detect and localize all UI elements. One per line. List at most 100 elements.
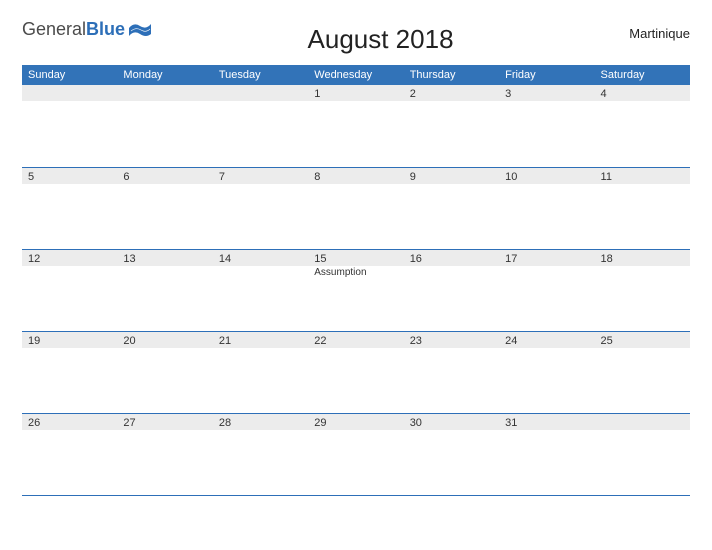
day-number: 7 [213,168,308,184]
day-cell: 28 [213,413,308,495]
day-header-row: Sunday Monday Tuesday Wednesday Thursday… [22,65,690,85]
day-cell: 10 [499,167,594,249]
day-number: 30 [404,414,499,430]
day-number [213,85,308,101]
day-event [117,430,212,432]
day-event [595,430,690,432]
day-number: 31 [499,414,594,430]
day-cell: 20 [117,331,212,413]
day-cell: 9 [404,167,499,249]
logo-word-blue: Blue [86,19,125,39]
logo-text: GeneralBlue [22,20,125,38]
day-cell: 18 [595,249,690,331]
day-event [595,101,690,103]
day-event [499,101,594,103]
day-cell: 19 [22,331,117,413]
day-number: 4 [595,85,690,101]
day-number: 17 [499,250,594,266]
day-number [117,85,212,101]
calendar-body: 1 2 3 4 5 6 7 8 9 10 11 12 13 14 15Assum… [22,85,690,495]
day-event [404,184,499,186]
day-event: Assumption [308,266,403,279]
day-event [213,184,308,186]
day-cell [22,85,117,167]
day-cell: 3 [499,85,594,167]
day-event [404,101,499,103]
day-header: Thursday [404,65,499,85]
day-cell: 12 [22,249,117,331]
day-cell: 23 [404,331,499,413]
day-number: 24 [499,332,594,348]
week-row: 12 13 14 15Assumption 16 17 18 [22,249,690,331]
day-event [22,266,117,268]
day-cell: 7 [213,167,308,249]
logo: GeneralBlue [22,20,151,43]
day-cell: 26 [22,413,117,495]
day-number: 12 [22,250,117,266]
day-event [499,266,594,268]
day-cell: 21 [213,331,308,413]
day-number: 14 [213,250,308,266]
day-header: Saturday [595,65,690,85]
day-event [404,348,499,350]
day-cell: 27 [117,413,212,495]
wave-icon [129,22,151,43]
day-event [117,184,212,186]
day-event [117,348,212,350]
day-cell: 16 [404,249,499,331]
day-cell: 6 [117,167,212,249]
day-cell: 11 [595,167,690,249]
day-event [595,348,690,350]
day-header: Sunday [22,65,117,85]
day-header: Wednesday [308,65,403,85]
day-event [22,348,117,350]
header: GeneralBlue August 2018 Martinique [22,20,690,55]
day-number: 29 [308,414,403,430]
day-number [595,414,690,430]
day-event [595,184,690,186]
day-event [499,348,594,350]
day-number: 5 [22,168,117,184]
day-event [213,266,308,268]
day-cell [117,85,212,167]
day-header: Tuesday [213,65,308,85]
day-cell: 14 [213,249,308,331]
day-cell [595,413,690,495]
day-number: 1 [308,85,403,101]
day-cell: 1 [308,85,403,167]
day-event [22,184,117,186]
day-number: 16 [404,250,499,266]
day-cell: 30 [404,413,499,495]
day-number: 21 [213,332,308,348]
day-cell: 15Assumption [308,249,403,331]
day-number: 2 [404,85,499,101]
day-number: 25 [595,332,690,348]
day-cell: 13 [117,249,212,331]
day-number: 8 [308,168,403,184]
day-event [499,184,594,186]
day-number: 10 [499,168,594,184]
day-event [22,430,117,432]
day-cell: 8 [308,167,403,249]
day-cell [213,85,308,167]
day-number: 23 [404,332,499,348]
page-title: August 2018 [151,24,610,55]
day-event [213,430,308,432]
region-label: Martinique [610,26,690,41]
week-row: 5 6 7 8 9 10 11 [22,167,690,249]
day-number: 27 [117,414,212,430]
day-cell: 22 [308,331,403,413]
day-event [308,184,403,186]
day-event [404,266,499,268]
day-number: 19 [22,332,117,348]
week-row: 1 2 3 4 [22,85,690,167]
week-row: 19 20 21 22 23 24 25 [22,331,690,413]
day-number: 28 [213,414,308,430]
day-number [22,85,117,101]
day-cell: 31 [499,413,594,495]
day-event [595,266,690,268]
day-cell: 4 [595,85,690,167]
week-row: 26 27 28 29 30 31 [22,413,690,495]
day-cell: 5 [22,167,117,249]
day-event [308,348,403,350]
